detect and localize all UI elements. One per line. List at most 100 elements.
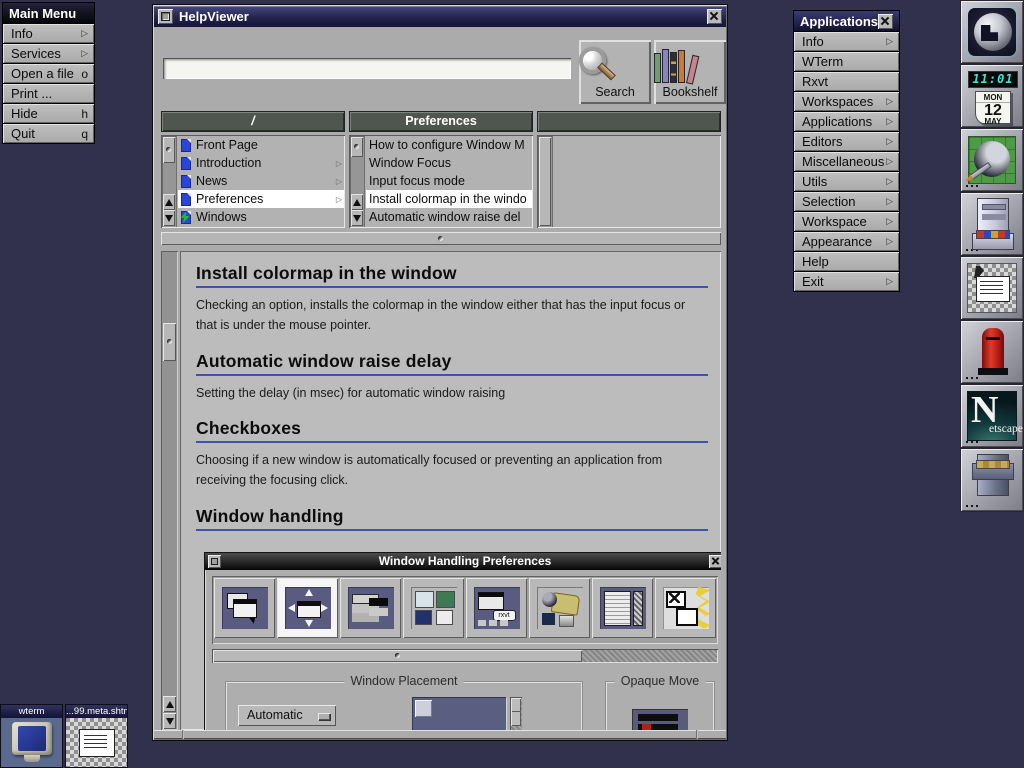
search-button-label: Search xyxy=(579,85,651,99)
dock-tile-wprefs[interactable] xyxy=(960,128,1024,192)
applications-menu-item[interactable]: Exit ▷ xyxy=(794,272,899,291)
menu-item-label: Info xyxy=(802,34,824,49)
applications-menu-item[interactable]: Workspaces ▷ xyxy=(794,92,899,111)
submenu-arrow-icon: ▷ xyxy=(886,36,893,47)
browser-list-item[interactable]: Front Page ▷ xyxy=(178,136,344,154)
browser-list-item[interactable]: Introduction ▷ xyxy=(178,154,344,172)
menu-item-label: Miscellaneous xyxy=(802,154,884,169)
applications-menu-item[interactable]: Rxvt ▷ xyxy=(794,72,899,91)
dock-tile-clock[interactable]: 11:01 MON 12 MAY xyxy=(960,64,1024,128)
preference-tile xyxy=(529,578,590,638)
preference-tile-icon xyxy=(411,587,457,629)
menu-item-shortcut: q xyxy=(81,127,88,141)
main-menu-item[interactable]: Quit q ▷ xyxy=(3,124,94,143)
section-body: Choosing if a new window is automaticall… xyxy=(196,451,708,491)
miniwindow-meta-shtml[interactable]: ...99.meta.shtml xyxy=(65,704,128,768)
browser-list-item[interactable]: Automatic window raise del xyxy=(366,208,532,226)
window-title: HelpViewer xyxy=(179,9,249,24)
close-icon[interactable] xyxy=(878,14,893,29)
main-menu-title[interactable]: Main Menu xyxy=(3,3,94,23)
main-menu-item[interactable]: Print ... ▷ xyxy=(3,84,94,103)
scrollbar-knob[interactable] xyxy=(539,137,551,226)
column-scrollbar[interactable] xyxy=(538,136,553,227)
applications-menu-item[interactable]: Info ▷ xyxy=(794,32,899,51)
wprefs-icon xyxy=(968,136,1016,184)
calendar-icon: MON 12 MAY xyxy=(975,91,1011,124)
close-icon xyxy=(709,555,721,568)
browser-list-item[interactable]: Windows ▷ xyxy=(178,208,344,226)
content-scrollbar[interactable] xyxy=(161,251,178,730)
applications-menu-item[interactable]: Workspace ▷ xyxy=(794,212,899,231)
browser-list-item[interactable]: Preferences ▷ xyxy=(178,190,344,208)
menu-item-shortcut: h xyxy=(81,107,88,121)
applications-menu-item[interactable]: Help ▷ xyxy=(794,252,899,271)
dock-tile-file-cabinet-dark[interactable] xyxy=(960,448,1024,512)
dock-tile-filing-cabinet[interactable] xyxy=(960,192,1024,256)
menu-item-label: Appearance xyxy=(802,234,872,249)
close-icon[interactable] xyxy=(707,9,722,24)
submenu-arrow-icon: ▷ xyxy=(886,276,893,287)
dock-tile-wmaker-logo[interactable] xyxy=(960,0,1024,64)
help-section: Automatic window raise delay Setting the… xyxy=(196,351,708,404)
applications-menu-item[interactable]: Editors ▷ xyxy=(794,132,899,151)
scroll-down-icon[interactable] xyxy=(163,713,176,729)
section-heading: Window handling xyxy=(196,506,708,527)
submenu-arrow-icon: ▷ xyxy=(886,216,893,227)
menu-item-label: Utils xyxy=(802,174,827,189)
applications-menu-item[interactable]: Miscellaneous ▷ xyxy=(794,152,899,171)
scrollbar-knob[interactable] xyxy=(163,137,175,163)
desktop: { "colors": { "desktop": "#32314d", "hea… xyxy=(0,0,1024,768)
miniwindow-wterm[interactable]: wterm xyxy=(0,704,63,768)
preference-tile-icon xyxy=(663,587,709,629)
list-item-label: Automatic window raise del xyxy=(369,210,520,224)
bookshelf-button[interactable]: Bookshelf xyxy=(654,40,726,104)
scroll-up-icon[interactable] xyxy=(351,194,363,210)
dock-tile-text-editor[interactable] xyxy=(960,256,1024,320)
menu-item-label: Quit xyxy=(11,126,35,141)
dock-tile-netscape[interactable]: N etscape xyxy=(960,384,1024,448)
browser-list-item[interactable]: Install colormap in the windo xyxy=(366,190,532,208)
applications-menu-title[interactable]: Applications xyxy=(794,11,899,31)
document-icon xyxy=(181,139,191,152)
scroll-down-icon[interactable] xyxy=(351,210,363,226)
scroll-down-icon[interactable] xyxy=(163,210,175,226)
heading-rule xyxy=(196,286,708,288)
helpviewer-window: HelpViewer Search Bookshelf / Preference… xyxy=(152,4,728,741)
scroll-up-icon[interactable] xyxy=(163,696,176,712)
browser-column-2: How to configure Window M Window Focus I… xyxy=(349,135,533,228)
column-scrollbar[interactable] xyxy=(162,136,177,227)
browser-list-item[interactable]: Input focus mode xyxy=(366,172,532,190)
search-button[interactable]: Search xyxy=(579,40,651,104)
scrollbar-knob[interactable] xyxy=(351,137,363,157)
calendar-month: MAY xyxy=(976,118,1010,126)
menu-item-label: Info xyxy=(11,26,33,41)
main-menu-item[interactable]: Open a file o ▷ xyxy=(3,64,94,83)
browser-list-item[interactable]: Window Focus xyxy=(366,154,532,172)
document-icon xyxy=(181,193,191,206)
browser-resize-handle[interactable] xyxy=(161,232,721,245)
main-menu-item[interactable]: Services ▷ xyxy=(3,44,94,63)
main-menu-item[interactable]: Hide h ▷ xyxy=(3,104,94,123)
scrollbar-knob[interactable] xyxy=(163,323,176,361)
helpviewer-titlebar[interactable]: HelpViewer xyxy=(154,6,726,27)
applications-menu-item[interactable]: Selection ▷ xyxy=(794,192,899,211)
embedded-horizontal-scrollbar xyxy=(212,649,718,663)
preference-tile-icon xyxy=(348,587,394,629)
main-menu-item[interactable]: Info ▷ xyxy=(3,24,94,43)
column-scrollbar[interactable] xyxy=(350,136,365,227)
applications-menu-item[interactable]: WTerm ▷ xyxy=(794,52,899,71)
dock-tile-mailbox[interactable] xyxy=(960,320,1024,384)
list-item-label: Window Focus xyxy=(369,156,451,170)
applications-menu-item[interactable]: Applications ▷ xyxy=(794,112,899,131)
search-input[interactable] xyxy=(163,58,571,79)
scroll-up-icon[interactable] xyxy=(163,194,175,210)
applications-menu-item[interactable]: Utils ▷ xyxy=(794,172,899,191)
applications-menu-item[interactable]: Appearance ▷ xyxy=(794,232,899,251)
browser-list-item[interactable]: How to configure Window M xyxy=(366,136,532,154)
submenu-arrow-icon: ▷ xyxy=(886,236,893,247)
section-heading: Automatic window raise delay xyxy=(196,351,708,372)
browser-list-item[interactable]: News ▷ xyxy=(178,172,344,190)
miniaturize-icon[interactable] xyxy=(158,9,173,24)
window-resizebar[interactable] xyxy=(154,730,726,739)
placement-mini-scrollbar xyxy=(510,697,522,730)
